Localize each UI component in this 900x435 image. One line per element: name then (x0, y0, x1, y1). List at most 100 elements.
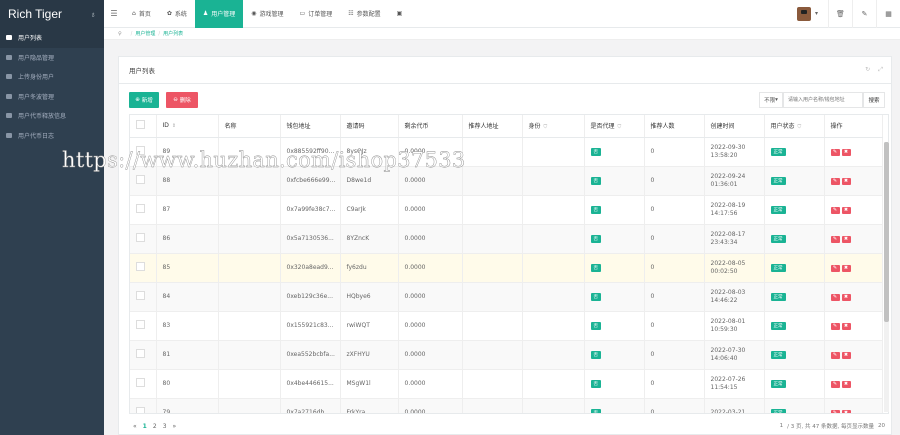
delete-icon[interactable]: ✖ (841, 293, 851, 301)
delete-icon[interactable]: ✖ (841, 351, 851, 359)
cell-id: 84 (156, 282, 219, 312)
delete-icon[interactable]: ✖ (841, 235, 851, 243)
select-all-checkbox[interactable] (136, 120, 145, 130)
page-size-select[interactable]: 20 (878, 423, 885, 429)
row-checkbox[interactable] (136, 262, 145, 271)
edit-icon[interactable]: ✎ (830, 177, 840, 185)
top-nav-user-management[interactable]: ♟ 用户管理 (194, 0, 244, 28)
edit-icon[interactable]: ✎ (830, 293, 840, 301)
sidebar-item-token-release[interactable]: 用户代币释放信息 (0, 106, 104, 126)
header-name: 名称 (218, 115, 281, 138)
edit-icon[interactable]: ✎ (830, 148, 840, 156)
top-nav-home[interactable]: ⌂ 首页 (124, 0, 159, 28)
edit-icon[interactable]: ✎ (830, 322, 840, 330)
header-status[interactable]: 用户状态 ⛉ (764, 115, 825, 138)
refresh-icon[interactable]: ↻ (865, 66, 870, 74)
row-checkbox[interactable] (136, 407, 145, 413)
bell-icon[interactable]: ♁ (90, 10, 96, 19)
cell-created: 2022-07-30 14:06:40 (704, 340, 765, 370)
filter-icon[interactable]: ⛉ (798, 124, 802, 130)
sidebar-item-identity-upload[interactable]: 上传身份用户 (0, 67, 104, 87)
breadcrumb-item[interactable]: 用户列表 (163, 30, 183, 37)
row-checkbox[interactable] (136, 204, 145, 213)
created-time: 11:54:15 (710, 383, 738, 391)
edit-icon[interactable]: ✎ (830, 409, 840, 413)
add-button[interactable]: ⊕ 新增 (129, 92, 159, 108)
menu-toggle-icon[interactable]: ☰ (104, 0, 124, 28)
row-select-cell (130, 311, 157, 341)
table-row[interactable]: 81 0xea552bcbfa... zXFHYU 0.0000 否 0 2022-07-3… (130, 340, 883, 370)
page-2[interactable]: 2 (153, 423, 157, 430)
sidebar-item-user-list[interactable]: 用户列表 (0, 28, 104, 48)
cell-id: 79 (156, 398, 219, 413)
expand-icon[interactable]: ⤢ (878, 66, 883, 74)
page-1[interactable]: 1 (143, 423, 147, 430)
created-time: 14:06:40 (710, 354, 738, 362)
row-checkbox[interactable] (136, 349, 145, 358)
top-nav-game-management[interactable]: ◉ 游戏管理 (243, 0, 291, 28)
scrollbar-thumb[interactable] (884, 142, 889, 322)
delete-icon[interactable]: ✖ (841, 409, 851, 413)
delete-icon[interactable]: ✖ (841, 322, 851, 330)
top-nav-system[interactable]: ✿ 系统 (159, 0, 195, 28)
header-identity[interactable]: 身份 ⛉ (522, 115, 585, 138)
row-checkbox[interactable] (136, 233, 145, 242)
agent-badge: 否 (590, 234, 601, 243)
table-row[interactable]: 85 0x320a8ead9... fy6zdu 0.0000 否 0 2022-08-05… (130, 253, 883, 283)
trash-icon[interactable]: 🗑 (828, 0, 852, 28)
page-3[interactable]: 3 (163, 423, 167, 430)
table-row[interactable]: 84 0xeb129c36e... HQbye6 0.0000 否 0 2022-08-03… (130, 282, 883, 312)
edit-icon[interactable]: ✎ (852, 0, 876, 28)
top-nav-label: 首页 (138, 11, 151, 18)
table-row[interactable]: 86 0x5a7130536... 8YZncK 0.0000 否 0 2022-08-17… (130, 224, 883, 254)
page-prev[interactable]: « (133, 423, 137, 430)
table-scrollbar[interactable] (884, 142, 889, 412)
edit-icon[interactable]: ✎ (830, 235, 840, 243)
top-nav-params[interactable]: ☷ 参数配置 (340, 0, 388, 28)
header-agent[interactable]: 是否代理 ⛉ (584, 115, 645, 138)
filter-icon[interactable]: ⛉ (618, 124, 622, 130)
row-checkbox[interactable] (136, 378, 145, 387)
row-checkbox[interactable] (136, 291, 145, 300)
row-checkbox[interactable] (136, 320, 145, 329)
delete-icon[interactable]: ✖ (841, 380, 851, 388)
brand: Rich Tiger ♁ (0, 0, 104, 28)
delete-button[interactable]: ⊖ 删除 (166, 92, 198, 108)
delete-icon[interactable]: ✖ (841, 148, 851, 156)
cell-status: 正常 (764, 282, 825, 312)
table-row[interactable]: 79 0x7a2716db... FrkYra 0.0000 否 0 2022-03-21 正… (130, 398, 883, 413)
edit-icon[interactable]: ✎ (830, 351, 840, 359)
avatar[interactable] (796, 6, 811, 21)
table-row[interactable]: 83 0x155921c83... rwiWQT 0.0000 否 0 2022-08-01… (130, 311, 883, 341)
top-nav-misc[interactable]: ▣ (389, 0, 414, 28)
table-row[interactable]: 80 0x4be446615... MSgW1l 0.0000 否 0 2022-07-26… (130, 369, 883, 399)
delete-icon[interactable]: ✖ (841, 206, 851, 214)
cell-created: 2022-08-01 10:59:30 (704, 311, 765, 341)
game-icon: ◉ (251, 10, 257, 17)
sidebar-item-user-products[interactable]: 用户隐品管理 (0, 48, 104, 68)
search-button[interactable]: 搜索 (863, 92, 885, 108)
page-next[interactable]: » (173, 423, 177, 430)
cell-referrer (462, 224, 523, 254)
edit-icon[interactable]: ✎ (830, 206, 840, 214)
sidebar-item-token-log[interactable]: 用户代币日志 (0, 126, 104, 146)
delete-icon[interactable]: ✖ (841, 177, 851, 185)
row-checkbox[interactable] (136, 175, 145, 184)
header-id[interactable]: ID ⇕ (156, 115, 219, 138)
breadcrumb-item[interactable]: 用户管理 (135, 30, 155, 37)
delete-icon[interactable]: ✖ (841, 264, 851, 272)
chevron-down-icon[interactable]: ▾ (815, 10, 818, 17)
filter-select[interactable]: 不限 ▾ (759, 92, 783, 108)
edit-icon[interactable]: ✎ (830, 380, 840, 388)
sidebar-item-user-manage[interactable]: 用户冬波管理 (0, 87, 104, 107)
pagination-info: 1 / 3 页, 共 47 条数据, 每页显示数量 20 (780, 420, 885, 432)
search-input[interactable] (783, 92, 863, 108)
filter-icon[interactable]: ⛉ (544, 124, 548, 130)
fullscreen-icon[interactable]: ▦ (876, 0, 900, 28)
cell-name (218, 224, 281, 254)
page-input[interactable]: 1 (780, 423, 784, 429)
top-nav-order-management[interactable]: ▭ 订单管理 (292, 0, 341, 28)
table-row[interactable]: 87 0x7a99fe38c7... C9arJk 0.0000 否 0 2022-08-1… (130, 195, 883, 225)
header-select-all[interactable] (130, 115, 157, 138)
edit-icon[interactable]: ✎ (830, 264, 840, 272)
